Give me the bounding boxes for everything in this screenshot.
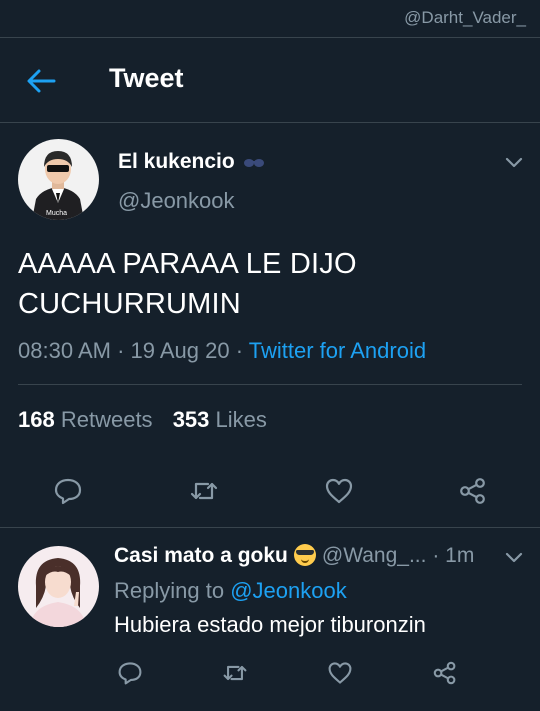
retweets-label: Retweets: [60, 407, 153, 432]
tweet-text: AAAAA PARAAA LE DIJO CUCHURRUMIN: [18, 244, 518, 324]
replying-mention-link[interactable]: @Jeonkook: [230, 578, 347, 603]
reply-text: Hubiera estado mejor tiburonzin: [114, 612, 426, 637]
replying-prefix: Replying to: [114, 578, 231, 603]
reply-retweet-button[interactable]: [222, 660, 248, 686]
tweet-action-bar: [0, 470, 540, 512]
heart-icon: [325, 478, 353, 504]
reply-button[interactable]: [53, 476, 83, 506]
reply-avatar[interactable]: [18, 546, 99, 627]
chevron-down-icon: [505, 157, 523, 168]
meta-separator: ·: [229, 338, 249, 363]
tweet-text-line: CUCHURRUMIN: [18, 288, 241, 320]
page-title: Tweet: [109, 63, 184, 93]
back-arrow-icon: [27, 69, 56, 93]
section-divider: [0, 527, 540, 528]
retweet-icon: [223, 665, 247, 681]
reply-icon: [54, 478, 82, 505]
cool-emoji-icon: [293, 544, 316, 566]
tweet-source-link[interactable]: Twitter for Android: [249, 338, 426, 363]
retweets-count: 168: [18, 407, 55, 432]
header-bar: Tweet: [0, 38, 540, 123]
reply-author-handle[interactable]: @Wang_...: [322, 544, 427, 567]
retweet-icon: [190, 482, 218, 500]
back-button[interactable]: [24, 66, 58, 96]
watermark: @Darht_Vader_: [404, 8, 526, 27]
tweet-options-button[interactable]: [504, 156, 524, 170]
reply-icon: [118, 662, 142, 685]
likes-stat[interactable]: 353 Likes: [173, 407, 267, 433]
tweet-text-line: AAAAA PARAAA LE DIJO: [18, 248, 357, 280]
retweets-stat[interactable]: 168 Retweets: [18, 407, 153, 433]
avatar-caption: Mucha: [46, 210, 67, 217]
share-button[interactable]: [458, 476, 488, 506]
tweet-date: 19 Aug 20: [130, 338, 230, 363]
heart-icon: [328, 662, 352, 684]
reply-share-button[interactable]: [432, 660, 458, 686]
author-handle[interactable]: @Jeonkook: [118, 188, 235, 214]
share-icon: [460, 478, 485, 504]
reply-action-bar: [0, 658, 540, 688]
tweet-stats: 168 Retweets 353 Likes: [18, 407, 281, 433]
author-name[interactable]: El kukencio: [118, 150, 235, 174]
chevron-down-icon: [505, 552, 523, 563]
likes-label: Likes: [215, 407, 267, 432]
reply-options-button[interactable]: [504, 551, 524, 565]
reply-author-name[interactable]: Casi mato a goku: [114, 544, 288, 567]
author-avatar[interactable]: Mucha: [18, 139, 99, 220]
meta-divider: [18, 384, 522, 385]
retweet-button[interactable]: [189, 476, 219, 506]
like-button[interactable]: [324, 476, 354, 506]
replying-to: Replying to @Jeonkook: [114, 578, 347, 604]
share-icon: [433, 661, 456, 685]
tweet-meta: 08:30 AM · 19 Aug 20 · Twitter for Andro…: [18, 338, 426, 364]
header-divider: [0, 122, 540, 123]
reply-time: · 1m: [432, 544, 475, 567]
meta-separator: ·: [110, 338, 131, 363]
likes-count: 353: [172, 407, 210, 432]
sunglasses-emoji-icon: [244, 159, 264, 167]
reply-header: Casi mato a goku @Wang_... · 1m: [114, 544, 474, 568]
reply-like-button[interactable]: [327, 660, 353, 686]
reply-reply-button[interactable]: [117, 660, 143, 686]
tweet-time: 08:30 AM: [18, 338, 111, 363]
